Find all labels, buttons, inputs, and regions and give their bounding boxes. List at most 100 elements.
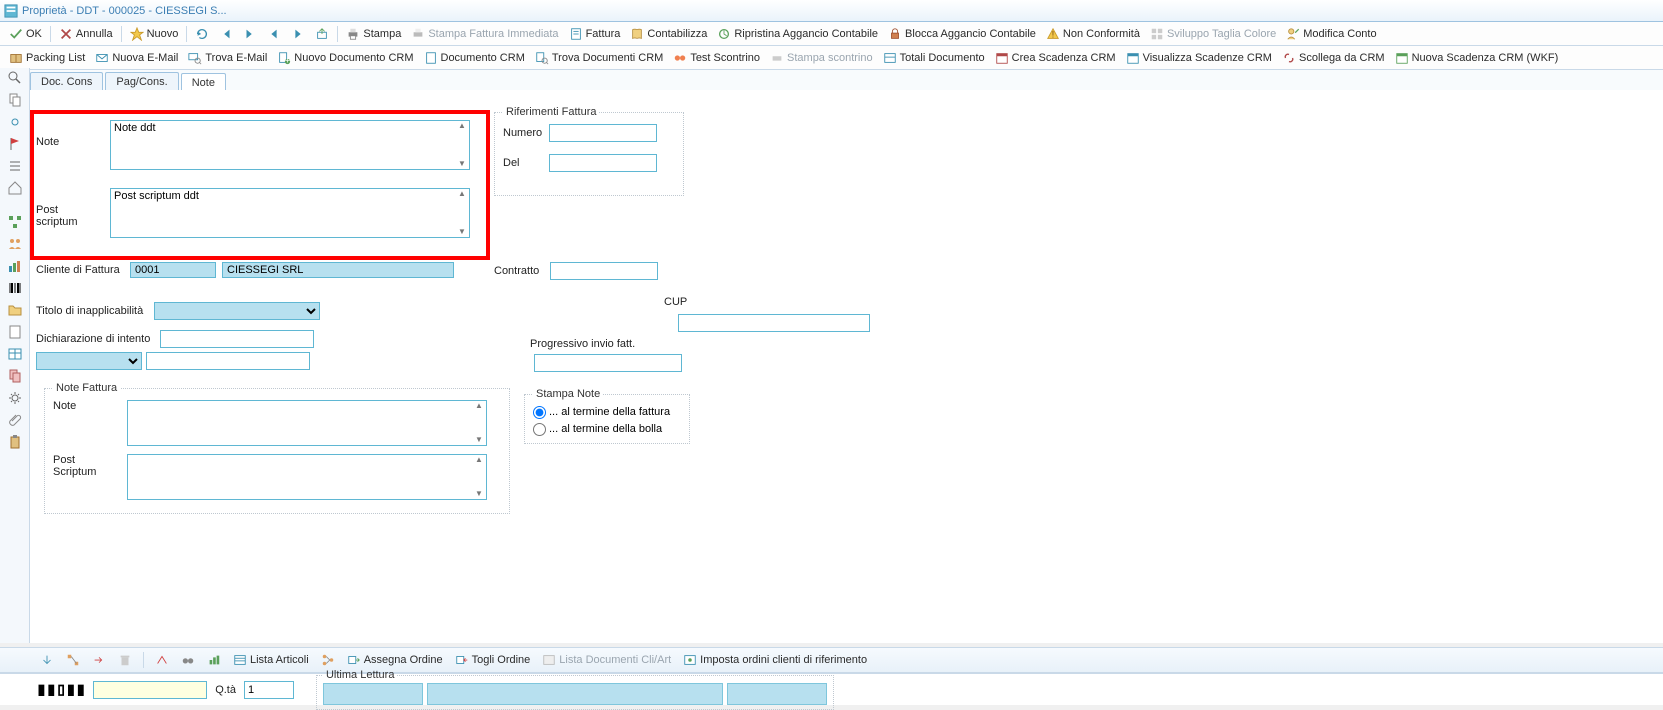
first-button[interactable] — [214, 25, 238, 43]
crea-scadenza-crm-button[interactable]: Crea Scadenza CRM — [990, 49, 1121, 67]
assign-icon — [347, 653, 361, 667]
radio-termine-fattura[interactable]: ... al termine della fattura — [533, 406, 670, 418]
paste-icon[interactable] — [7, 434, 23, 450]
spin-up-icon[interactable]: ▲ — [475, 456, 485, 464]
packing-list-button[interactable]: Packing List — [4, 49, 90, 67]
search-icon[interactable] — [7, 70, 23, 86]
link-icon[interactable] — [7, 114, 23, 130]
annulla-button[interactable]: Annulla — [54, 25, 118, 43]
folder-icon[interactable] — [7, 302, 23, 318]
copy2-icon[interactable] — [7, 368, 23, 384]
togli-ordine-button[interactable]: Togli Ordine — [451, 651, 535, 669]
scollega-crm-button[interactable]: Scollega da CRM — [1277, 49, 1390, 67]
list-icon[interactable] — [7, 158, 23, 174]
note-textarea[interactable]: Note ddt ▲ ▼ — [110, 120, 470, 170]
visualizza-scadenze-crm-button[interactable]: Visualizza Scadenze CRM — [1121, 49, 1277, 67]
del-input[interactable] — [549, 154, 657, 172]
restore-icon — [717, 27, 731, 41]
documento-crm-button[interactable]: Documento CRM — [419, 49, 530, 67]
trova-email-button[interactable]: Trova E-Mail — [183, 49, 272, 67]
cliente-name-field[interactable]: CIESSEGI SRL — [222, 262, 454, 278]
nuova-scadenza-wkf-button[interactable]: Nuova Scadenza CRM (WKF) — [1390, 49, 1564, 67]
doc-icon[interactable] — [7, 324, 23, 340]
table-icon[interactable] — [7, 346, 23, 362]
stampa-note-group: Stampa Note ... al termine della fattura… — [524, 388, 690, 444]
spin-down-icon[interactable]: ▼ — [475, 490, 485, 498]
radio-termine-bolla[interactable]: ... al termine della bolla — [533, 423, 662, 435]
lista-doc-cliart-button[interactable]: Lista Documenti Cli/Art — [538, 651, 675, 669]
qta-input[interactable] — [244, 681, 294, 699]
home-icon[interactable] — [7, 180, 23, 196]
imposta-ordini-button[interactable]: Imposta ordini clienti di riferimento — [679, 651, 871, 669]
next-button[interactable] — [286, 25, 310, 43]
modifica-conto-button[interactable]: Modifica Conto — [1281, 25, 1381, 43]
sviluppo-taglia-colore-button[interactable]: Sviluppo Taglia Colore — [1145, 25, 1281, 43]
nuovo-doc-crm-button[interactable]: +Nuovo Documento CRM — [272, 49, 418, 67]
prev-button[interactable] — [262, 25, 286, 43]
bb-icon6[interactable] — [177, 651, 199, 669]
nuova-email-button[interactable]: Nuova E-Mail — [90, 49, 183, 67]
totali-documento-button[interactable]: Totali Documento — [878, 49, 990, 67]
flag-icon[interactable] — [7, 136, 23, 152]
note-fattura-note-textarea[interactable]: ▲ ▼ — [127, 400, 487, 446]
bb-icon4[interactable] — [114, 651, 136, 669]
post-scriptum-textarea[interactable]: Post scriptum ddt ▲ ▼ — [110, 188, 470, 238]
status-strip: ▮▮▯▮▮ Q.tà Ultima Lettura — [0, 673, 1663, 705]
barcode-icon[interactable] — [7, 280, 23, 296]
spin-up-icon[interactable]: ▲ — [458, 122, 468, 130]
cliente-code-field[interactable]: 0001 — [130, 262, 216, 278]
trova-doc-crm-button[interactable]: Trova Documenti CRM — [530, 49, 668, 67]
numero-input[interactable] — [549, 124, 657, 142]
spin-down-icon[interactable]: ▼ — [458, 228, 468, 236]
assegna-ordine-button[interactable]: Assegna Ordine — [343, 651, 447, 669]
ripristina-aggancio-button[interactable]: Ripristina Aggancio Contabile — [712, 25, 883, 43]
non-conformita-button[interactable]: !Non Conformità — [1041, 25, 1145, 43]
spin-up-icon[interactable]: ▲ — [475, 402, 485, 410]
lista-articoli-button[interactable]: Lista Articoli — [229, 651, 313, 669]
spin-up-icon[interactable]: ▲ — [458, 190, 468, 198]
dichiarazione-intento-input2[interactable] — [146, 352, 310, 370]
bb-icon8[interactable] — [317, 651, 339, 669]
tab-doc-cons[interactable]: Doc. Cons — [30, 72, 103, 91]
totals-icon — [883, 51, 897, 65]
test-scontrino-button[interactable]: Test Scontrino — [668, 49, 765, 67]
blocca-aggancio-button[interactable]: Blocca Aggancio Contabile — [883, 25, 1041, 43]
contabilizza-button[interactable]: Contabilizza — [625, 25, 712, 43]
refresh-button[interactable] — [190, 25, 214, 43]
bb-icon3[interactable] — [88, 651, 110, 669]
titolo-inapplicabilita-select[interactable] — [154, 302, 320, 320]
export-icon — [315, 27, 329, 41]
chart-icon[interactable] — [7, 258, 23, 274]
cup-input[interactable] — [678, 314, 870, 332]
dichiarazione-intento-select[interactable] — [36, 352, 142, 370]
dichiarazione-intento-input[interactable] — [160, 330, 314, 348]
spin-down-icon[interactable]: ▼ — [458, 160, 468, 168]
warning-icon: ! — [1046, 27, 1060, 41]
stampa-scontrino-button[interactable]: Stampa scontrino — [765, 49, 878, 67]
ok-button[interactable]: OK — [4, 25, 47, 43]
note-fattura-ps-textarea[interactable]: ▲ ▼ — [127, 454, 487, 500]
nuovo-button[interactable]: Nuovo — [125, 25, 184, 43]
bb-icon1[interactable] — [36, 651, 58, 669]
bb-icon2[interactable] — [62, 651, 84, 669]
del-label: Del — [503, 157, 549, 169]
tree-icon[interactable] — [7, 214, 23, 230]
users-icon[interactable] — [7, 236, 23, 252]
barcode-input[interactable] — [93, 681, 207, 699]
bb-icon7[interactable] — [203, 651, 225, 669]
bb-icon5[interactable] — [151, 651, 173, 669]
progressivo-invio-input[interactable] — [534, 354, 682, 372]
riferimenti-fattura-legend: Riferimenti Fattura — [503, 106, 599, 118]
attach-icon[interactable] — [7, 412, 23, 428]
fattura-button[interactable]: Fattura — [564, 25, 626, 43]
gear-icon[interactable] — [7, 390, 23, 406]
spin-down-icon[interactable]: ▼ — [475, 436, 485, 444]
stampa-fattura-immediata-button[interactable]: Stampa Fattura Immediata — [406, 25, 563, 43]
contratto-input[interactable] — [550, 262, 658, 280]
search-doc-icon — [535, 51, 549, 65]
stampa-button[interactable]: Stampa — [341, 25, 406, 43]
tab-pag-cons[interactable]: Pag/Cons. — [105, 72, 178, 91]
last-button[interactable] — [238, 25, 262, 43]
copy-icon[interactable] — [7, 92, 23, 108]
export-button[interactable] — [310, 25, 334, 43]
